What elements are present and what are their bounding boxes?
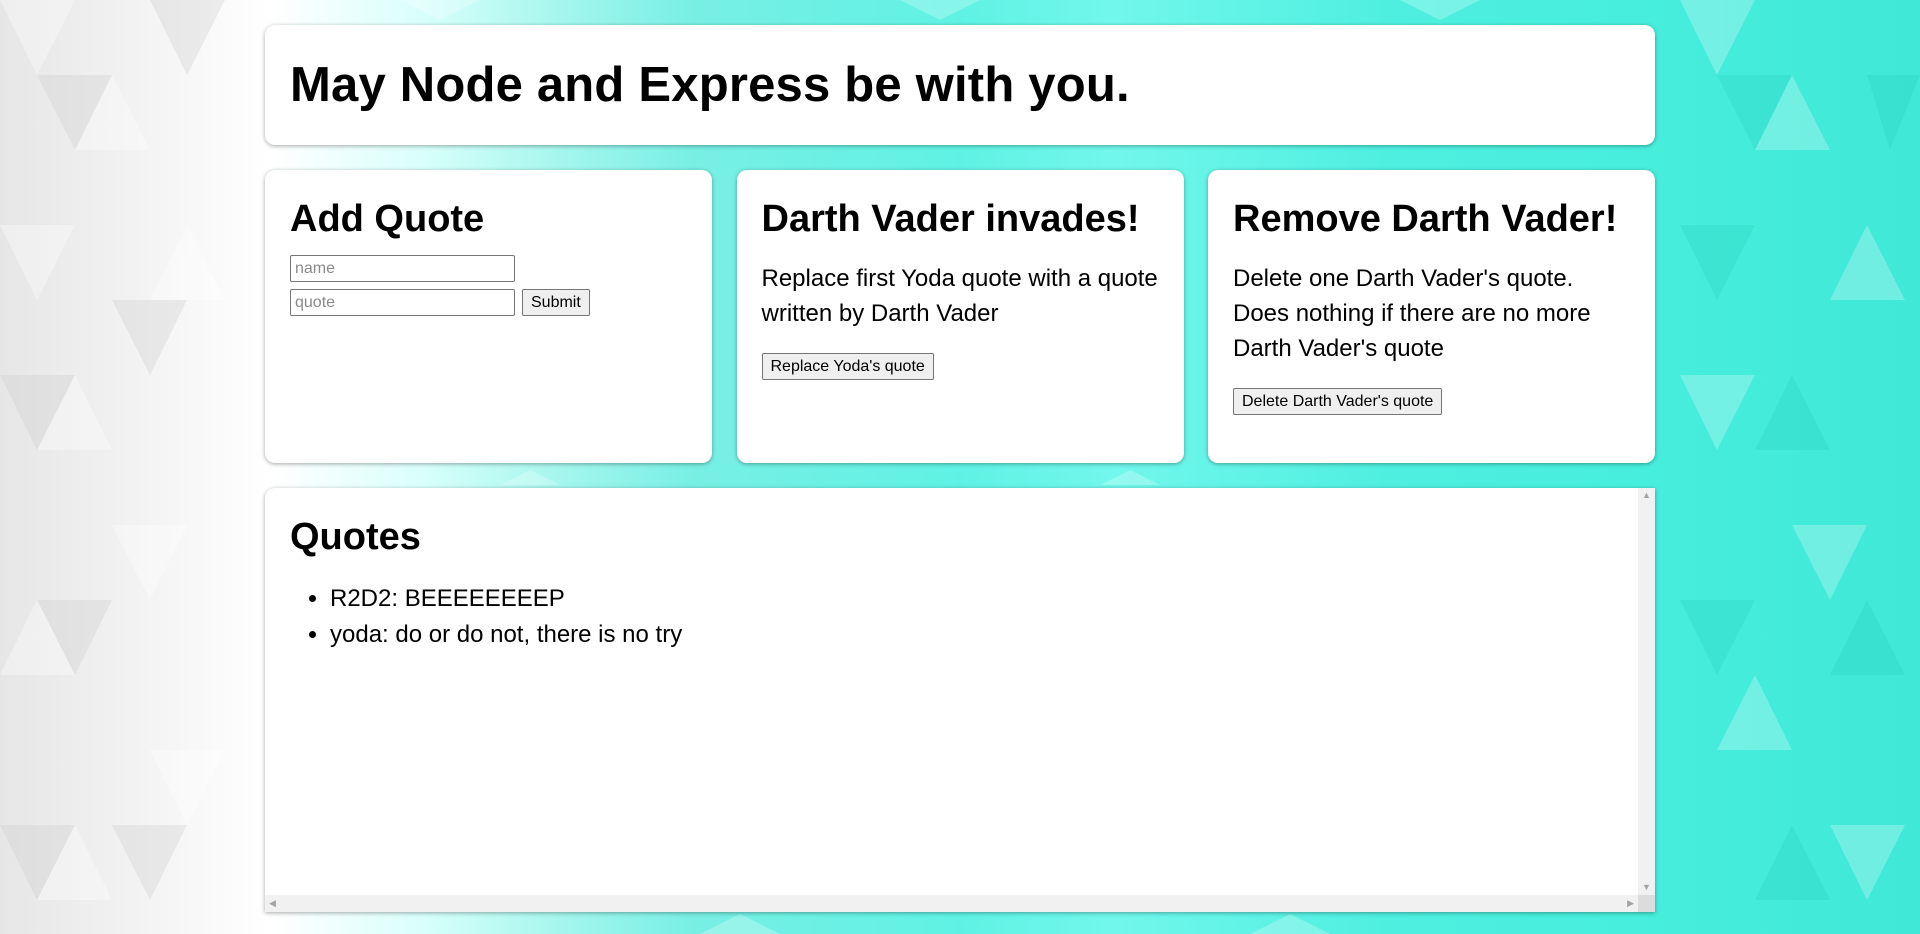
vertical-scrollbar[interactable]: ▲ ▼ [1638,488,1655,895]
scroll-down-icon[interactable]: ▼ [1642,883,1651,892]
quotes-title: Quotes [290,516,421,558]
horizontal-scrollbar[interactable]: ◀ ▶ [265,895,1638,912]
remove-vader-card: Remove Darth Vader! Delete one Darth Vad… [1208,170,1655,463]
vader-invades-card: Darth Vader invades! Replace first Yoda … [736,170,1184,463]
add-quote-card: Add Quote Submit [265,170,712,463]
add-quote-title: Add Quote [290,198,485,240]
submit-button[interactable]: Submit [522,289,590,316]
quotes-content: Quotes R2D2: BEEEEEEEEP yoda: do or do n… [265,488,1655,681]
quote-input[interactable] [290,289,515,316]
action-cards-row: Add Quote Submit Darth Vader invades! Re… [265,170,1655,463]
vader-invades-title: Darth Vader invades! [761,198,1140,240]
page-container: May Node and Express be with you. Add Qu… [265,25,1655,912]
scroll-up-icon[interactable]: ▲ [1642,491,1651,500]
scroll-left-icon[interactable]: ◀ [269,899,276,908]
remove-vader-title: Remove Darth Vader! [1233,198,1618,240]
quotes-list: R2D2: BEEEEEEEEP yoda: do or do not, the… [290,581,1630,653]
list-item: R2D2: BEEEEEEEEP [330,581,1630,617]
scrollbar-corner [1638,895,1655,912]
remove-vader-description: Delete one Darth Vader's quote. Does not… [1233,265,1591,362]
page-title: May Node and Express be with you. [290,58,1130,112]
vader-invades-description: Replace first Yoda quote with a quote wr… [761,265,1158,327]
header-card: May Node and Express be with you. [265,25,1655,145]
add-quote-form: Submit [290,255,687,316]
list-item: yoda: do or do not, there is no try [330,617,1630,653]
name-input[interactable] [290,255,515,282]
replace-yoda-quote-button[interactable]: Replace Yoda's quote [761,353,934,380]
quotes-card: Quotes R2D2: BEEEEEEEEP yoda: do or do n… [265,488,1655,912]
quote-field-row: Submit [290,289,687,316]
scroll-right-icon[interactable]: ▶ [1627,899,1634,908]
name-field-row [290,255,687,282]
delete-vader-quote-button[interactable]: Delete Darth Vader's quote [1233,388,1443,415]
